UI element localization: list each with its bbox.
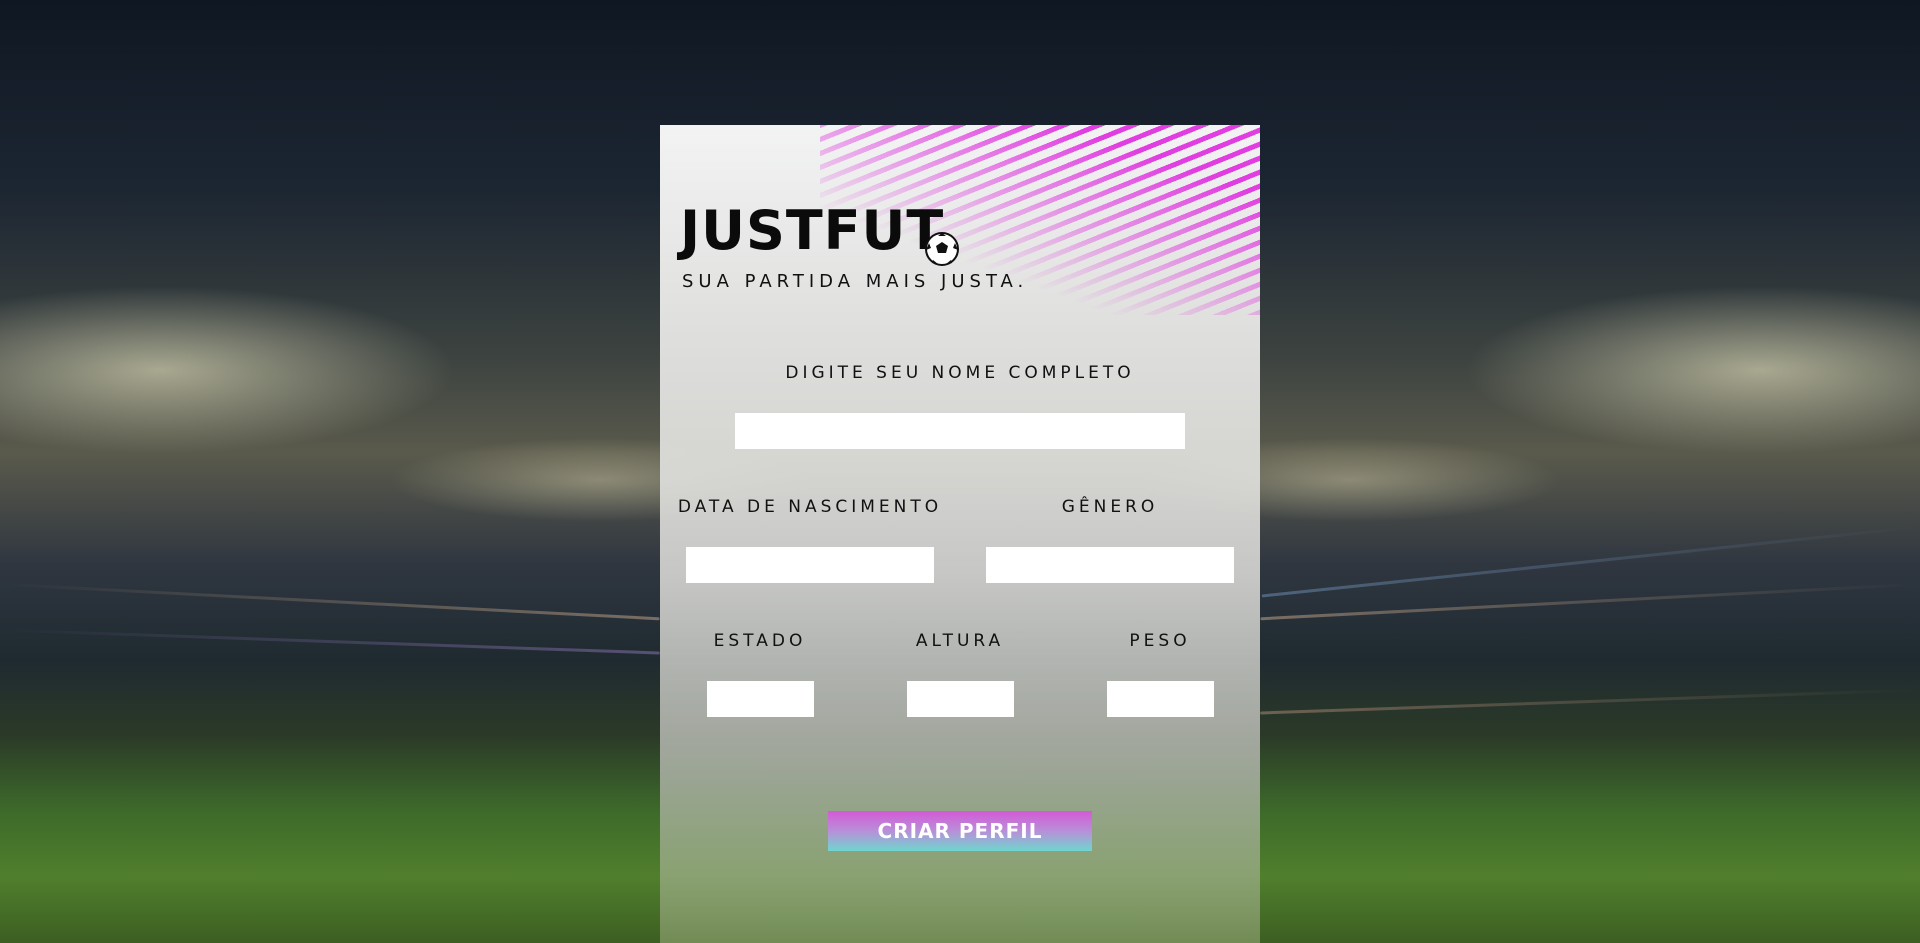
gender-label: GÊNERO bbox=[1061, 497, 1159, 517]
create-profile-button[interactable]: CRIAR PERFIL bbox=[828, 811, 1092, 851]
height-input[interactable] bbox=[907, 681, 1014, 717]
weight-label: PESO bbox=[1129, 631, 1191, 651]
tagline: SUA PARTIDA MAIS JUSTA. bbox=[682, 271, 1029, 292]
full-name-input[interactable] bbox=[735, 413, 1185, 449]
birth-date-input[interactable] bbox=[686, 547, 934, 583]
light-streak bbox=[1260, 582, 1920, 621]
height-label: ALTURA bbox=[915, 631, 1005, 651]
birth-date-label: DATA DE NASCIMENTO bbox=[677, 497, 943, 517]
soccer-ball-icon bbox=[925, 232, 959, 266]
brand-logo: JUSTFUT bbox=[680, 199, 945, 262]
light-streak bbox=[0, 628, 660, 655]
gender-input[interactable] bbox=[986, 547, 1234, 583]
full-name-label: DIGITE SEU NOME COMPLETO bbox=[785, 363, 1135, 383]
state-label: ESTADO bbox=[713, 631, 807, 651]
state-input[interactable] bbox=[707, 681, 814, 717]
weight-input[interactable] bbox=[1107, 681, 1214, 717]
profile-card: JUSTFUT SUA PARTIDA MAIS JUSTA. DIGITE S… bbox=[660, 125, 1260, 943]
light-streak bbox=[1260, 688, 1920, 715]
light-streak bbox=[1261, 525, 1919, 598]
light-streak bbox=[0, 582, 660, 621]
